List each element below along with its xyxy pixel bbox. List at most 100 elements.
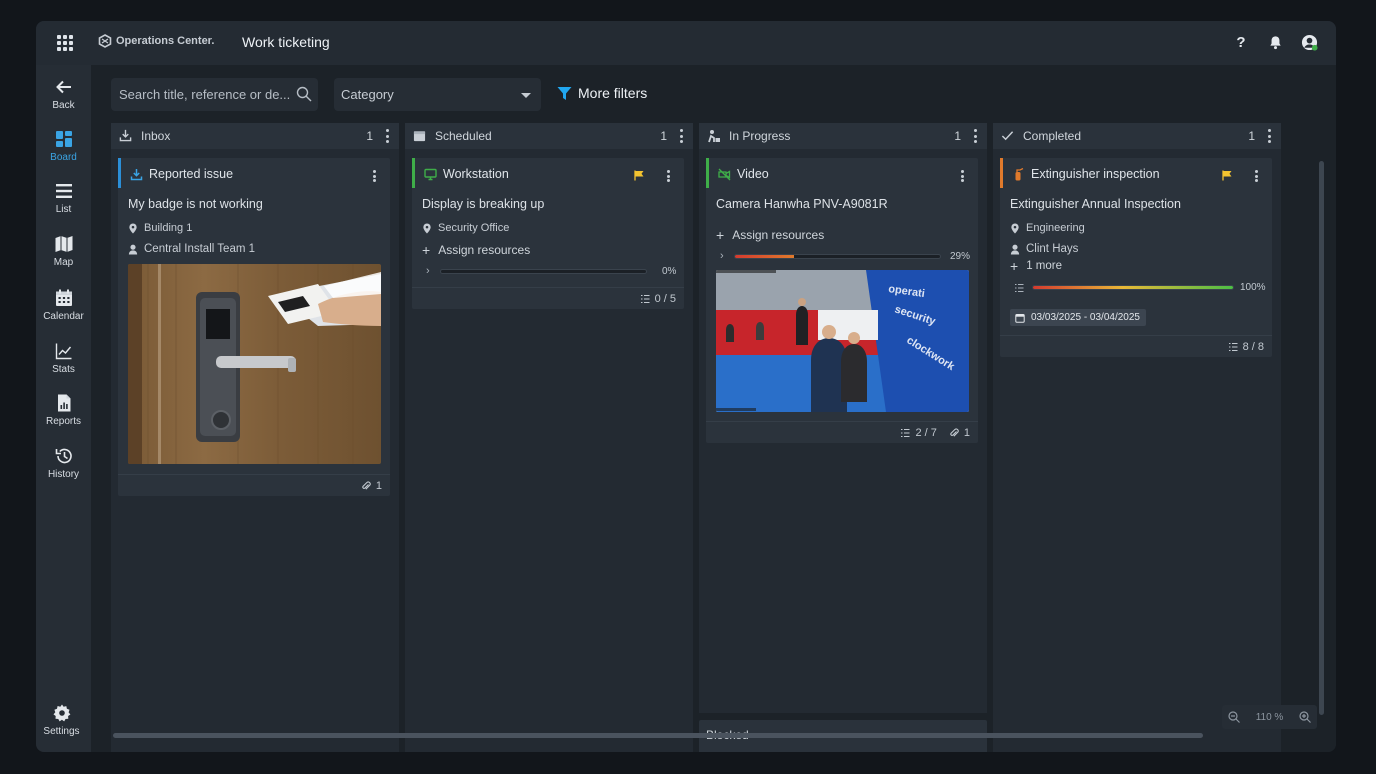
page-title: Work ticketing xyxy=(242,34,330,50)
help-icon[interactable]: ? xyxy=(1232,33,1250,51)
search-icon xyxy=(296,86,312,102)
assign-resources-button[interactable]: + Assign resources xyxy=(422,242,530,258)
sidebar-item-back[interactable]: Back xyxy=(36,77,91,111)
card-location: Building 1 xyxy=(128,222,192,234)
category-placeholder: Category xyxy=(341,87,394,102)
top-bar: Operations Center. Work ticketing ? xyxy=(36,21,1336,65)
progress-bar xyxy=(734,253,941,259)
sidebar-item-stats[interactable]: Stats xyxy=(36,341,91,375)
column-menu-icon[interactable] xyxy=(974,129,978,143)
location-pin-icon xyxy=(423,222,431,234)
search-placeholder: Search title, reference or de... xyxy=(119,87,291,102)
ticket-card-in-progress[interactable]: Video Camera Hanwha PNV-A9081R + Assign … xyxy=(706,158,978,443)
ticket-card-scheduled[interactable]: Workstation Display is breaking up Secur… xyxy=(412,158,684,309)
sidebar-item-history[interactable]: History xyxy=(36,446,91,480)
location-text: Building 1 xyxy=(144,222,193,234)
task-count: 0 / 5 xyxy=(640,293,676,305)
map-icon xyxy=(55,236,72,252)
progress-percent: 0% xyxy=(662,265,677,277)
sidebar-item-map[interactable]: Map xyxy=(36,234,91,268)
flag-icon[interactable] xyxy=(1222,170,1232,181)
card-progress: 100% xyxy=(1014,282,1266,293)
ticket-card-completed[interactable]: Extinguisher inspection Extinguisher Ann… xyxy=(1000,158,1272,357)
sidebar-item-label: History xyxy=(47,469,80,480)
worker-icon xyxy=(707,129,721,143)
bell-icon[interactable] xyxy=(1266,33,1284,51)
back-arrow-icon xyxy=(55,80,71,94)
zoom-out-icon[interactable] xyxy=(1228,711,1240,723)
flag-icon[interactable] xyxy=(634,170,644,181)
card-title: Display is breaking up xyxy=(422,197,545,211)
brand-logo: Operations Center. xyxy=(98,34,214,48)
stats-icon xyxy=(55,343,71,360)
checkmark-icon xyxy=(1001,129,1015,143)
progress-percent: 29% xyxy=(950,250,971,262)
location-text: Engineering xyxy=(1026,222,1085,234)
camera-footage-thumbnail: operati security clockwork xyxy=(716,270,969,412)
column-menu-icon[interactable] xyxy=(386,129,390,143)
sidebar-item-label: Back xyxy=(52,100,75,111)
vertical-scrollbar[interactable] xyxy=(1319,161,1324,715)
sidebar-item-board[interactable]: Board xyxy=(36,129,91,163)
sidebar-item-list[interactable]: List xyxy=(36,181,91,215)
ticket-card-inbox[interactable]: Reported issue My badge is not working B… xyxy=(118,158,390,496)
card-accent-stripe xyxy=(118,158,121,188)
apps-grid-icon[interactable] xyxy=(57,35,73,51)
zoom-control: 110 % xyxy=(1222,705,1317,729)
card-footer: 1 xyxy=(118,474,390,496)
app-window: Operations Center. Work ticketing ? Back… xyxy=(36,21,1336,752)
chevron-right-icon[interactable]: › xyxy=(426,265,434,277)
column-in-progress: In Progress 1 Video Camera Hanwha PNV-A9… xyxy=(699,123,987,713)
checklist-icon xyxy=(901,428,910,437)
card-menu-icon[interactable] xyxy=(373,170,376,182)
sidebar: Back Board List Map Calendar Stats Repor… xyxy=(36,65,91,752)
progress-fill xyxy=(735,254,795,258)
task-count: 8 / 8 xyxy=(1228,341,1264,353)
assign-resources-label: Assign resources xyxy=(438,243,531,257)
card-assignee: Central Install Team 1 xyxy=(128,243,255,255)
more-assignees-link[interactable]: + 1 more xyxy=(1010,258,1062,274)
sidebar-item-label: Board xyxy=(50,152,77,163)
user-avatar-icon[interactable] xyxy=(1300,33,1318,51)
card-menu-icon[interactable] xyxy=(1255,170,1258,182)
brand-name: Operations Center. xyxy=(116,35,215,47)
attachment-count: 1 xyxy=(949,427,970,439)
chevron-down-icon xyxy=(521,93,531,98)
sidebar-item-settings[interactable]: Settings xyxy=(36,703,89,737)
column-title: Scheduled xyxy=(435,129,492,143)
card-accent-stripe xyxy=(1000,158,1003,188)
sidebar-item-reports[interactable]: Reports xyxy=(36,393,91,427)
column-count: 1 xyxy=(954,129,961,143)
category-select[interactable]: Category xyxy=(334,78,541,111)
more-filters-button[interactable]: More filters xyxy=(557,85,647,101)
card-accent-stripe xyxy=(706,158,709,188)
progress-bar xyxy=(440,268,647,274)
card-location: Engineering xyxy=(1010,222,1085,234)
assign-resources-label: Assign resources xyxy=(732,228,825,242)
search-input[interactable]: Search title, reference or de... xyxy=(111,78,318,111)
card-title: Extinguisher Annual Inspection xyxy=(1010,197,1181,211)
assign-resources-button[interactable]: + Assign resources xyxy=(716,227,824,243)
sidebar-item-calendar[interactable]: Calendar xyxy=(36,288,91,322)
horizontal-scrollbar[interactable] xyxy=(113,733,1203,738)
zoom-in-icon[interactable] xyxy=(1299,711,1311,723)
paperclip-icon xyxy=(362,480,371,490)
column-header-completed: Completed 1 xyxy=(993,123,1281,149)
card-type: Video xyxy=(718,167,769,181)
task-count-text: 0 / 5 xyxy=(654,292,676,305)
reports-icon xyxy=(57,394,70,412)
paperclip-icon xyxy=(950,427,959,437)
card-menu-icon[interactable] xyxy=(961,170,964,182)
calendar-icon xyxy=(413,129,427,143)
board-area: Search title, reference or de... Categor… xyxy=(91,65,1336,752)
column-menu-icon[interactable] xyxy=(680,129,684,143)
column-scheduled: Scheduled 1 Workstation Display is break… xyxy=(405,123,693,752)
card-menu-icon[interactable] xyxy=(667,170,670,182)
card-type: Extinguisher inspection xyxy=(1012,167,1160,181)
column-title: In Progress xyxy=(729,129,791,143)
column-menu-icon[interactable] xyxy=(1268,129,1272,143)
attachment-count-text: 1 xyxy=(963,426,970,439)
column-title: Completed xyxy=(1023,129,1082,143)
chevron-right-icon[interactable]: › xyxy=(720,250,728,262)
plus-icon: + xyxy=(716,227,725,243)
